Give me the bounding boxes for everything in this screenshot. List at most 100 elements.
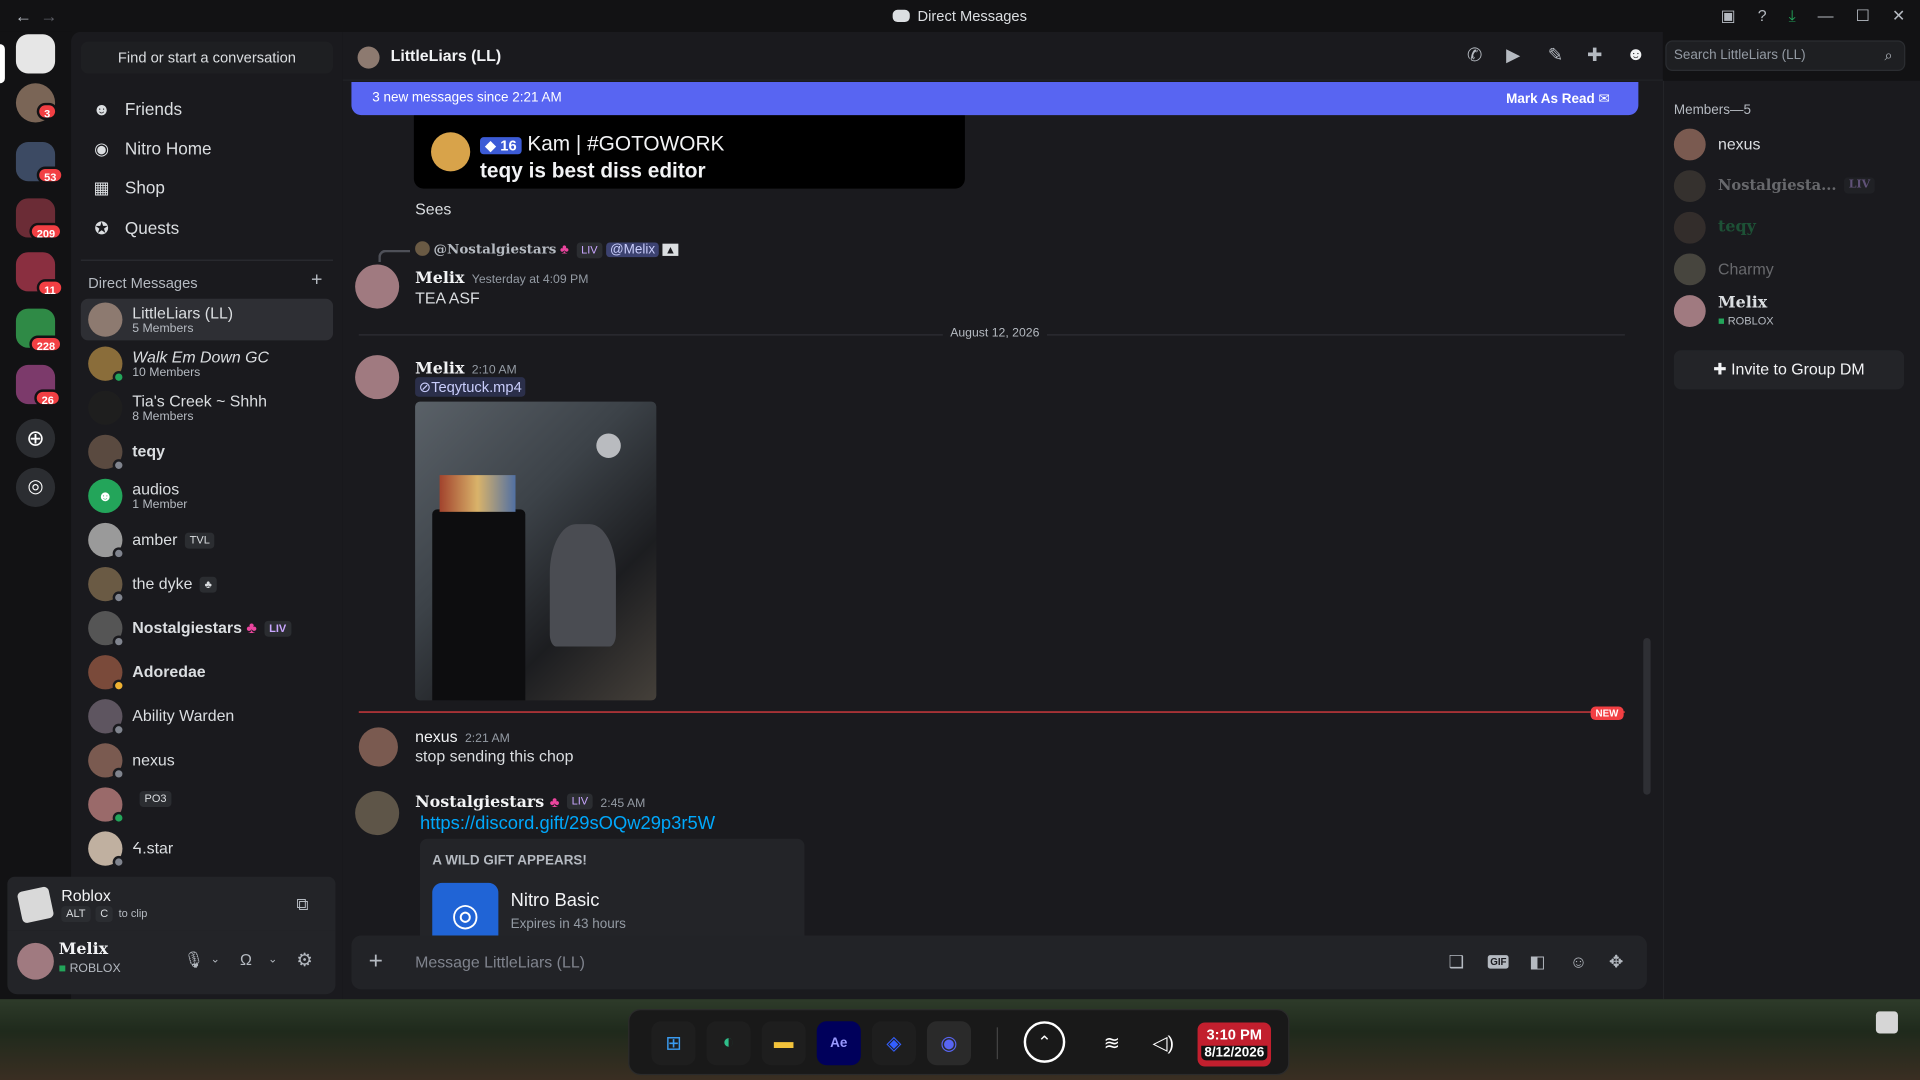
gift-link[interactable]: https://discord.gift/29sOQw29p3r5W xyxy=(420,813,715,834)
member-list: Members—5 nexus Nostalgiesta... LIV teqy … xyxy=(1662,80,1920,1000)
chevron-up-icon[interactable]: ⌃ xyxy=(1023,1021,1066,1063)
home-dm-icon[interactable] xyxy=(15,34,56,74)
add-server-icon[interactable]: ⊕ xyxy=(15,418,56,458)
member-item[interactable]: teqy xyxy=(1673,208,1912,250)
dm-item[interactable]: ᔦ.star xyxy=(81,828,333,870)
maximize-icon[interactable]: ☐ xyxy=(1856,6,1870,26)
roblox-icon[interactable]: ◈ xyxy=(871,1021,916,1066)
nav-quests[interactable]: ✪ Quests xyxy=(81,209,333,246)
screen-share-icon[interactable]: ⧉ xyxy=(296,894,308,915)
edge-browser-icon[interactable]: ◐ xyxy=(706,1021,751,1066)
dm-item[interactable]: Adoredae xyxy=(81,651,333,693)
find-conversation-button[interactable]: Find or start a conversation xyxy=(80,41,334,74)
member-item[interactable]: Charmy xyxy=(1673,250,1912,292)
mark-as-read[interactable]: Mark As Read ✉ xyxy=(1506,91,1610,107)
close-icon[interactable]: ✕ xyxy=(1892,6,1905,26)
embed-badge: ◆ 16 xyxy=(480,137,522,154)
message-input[interactable]: Message LittleLiars (LL) xyxy=(415,953,585,971)
after-effects-icon[interactable]: Ae xyxy=(816,1021,861,1066)
video-thumbnail[interactable] xyxy=(415,401,657,701)
new-messages-banner[interactable]: 3 new messages since 2:21 AM Mark As Rea… xyxy=(351,82,1639,116)
avatar[interactable] xyxy=(355,355,400,400)
dm-item[interactable]: LittleLiars (LL) 5 Members xyxy=(80,298,334,341)
clock[interactable]: 3:10 PM 8/12/2026 xyxy=(1197,1022,1272,1067)
pinned-messages-icon[interactable]: ✎ xyxy=(1548,44,1563,66)
minimize-icon[interactable]: — xyxy=(1818,6,1834,26)
chevron-down-icon[interactable]: ⌄ xyxy=(211,953,220,966)
notification-icon[interactable] xyxy=(1875,1011,1898,1034)
notification-badge: 53 xyxy=(36,166,64,184)
microphone-icon[interactable]: 🎙︎ xyxy=(184,950,204,970)
help-icon[interactable]: ? xyxy=(1758,6,1767,26)
dm-item[interactable]: Ability Warden xyxy=(81,696,333,738)
guild-tag: LIV xyxy=(566,793,594,810)
headphones-icon[interactable]: Ω xyxy=(240,950,252,968)
file-mention[interactable]: ⊘Teqytuck.mp4 xyxy=(415,377,526,397)
member-name: teqy xyxy=(1717,217,1756,237)
embed-avatar xyxy=(431,132,471,172)
dm-item[interactable]: amber TVL xyxy=(81,519,333,561)
clock-date: 8/12/2026 xyxy=(1201,1045,1268,1061)
dm-header: Direct Messages xyxy=(88,274,198,292)
invite-group-dm-button[interactable]: ✚ Invite to Group DM xyxy=(1673,350,1905,390)
nav-shop[interactable]: ▦ Shop xyxy=(81,169,333,206)
clock-time: 3:10 PM xyxy=(1206,1026,1263,1044)
reply-preview[interactable]: @Nostalgiestars ♣ LIV @Melix ▲ xyxy=(415,241,679,258)
dm-item[interactable]: Tia's Creek ~ Shhh 8 Members xyxy=(81,387,333,429)
chevron-down-icon[interactable]: ⌄ xyxy=(268,953,277,966)
message-author[interactable]: Melix xyxy=(415,360,464,378)
dm-item[interactable]: ☻ audios 1 Member xyxy=(81,475,333,517)
search-input[interactable]: Search LittleLiars (LL) ⌕ xyxy=(1665,40,1906,72)
member-item[interactable]: nexus xyxy=(1673,125,1912,167)
message-author[interactable]: nexus xyxy=(415,727,457,745)
avatar xyxy=(88,302,123,337)
member-activity: ■ ROBLOX xyxy=(1718,315,1774,327)
avatar[interactable] xyxy=(355,791,400,836)
discord-icon[interactable]: ◉ xyxy=(926,1021,972,1066)
dm-item[interactable]: Nostalgiestars ♣ LIV xyxy=(81,607,333,649)
friends-icon: ☻ xyxy=(92,99,111,119)
gif-button[interactable]: GIF xyxy=(1487,955,1509,969)
badge-num: 16 xyxy=(500,137,517,155)
nav-nitro-home[interactable]: ◉ Nitro Home xyxy=(81,130,333,167)
avatar[interactable] xyxy=(358,727,398,767)
file-explorer-icon[interactable]: ▬ xyxy=(761,1021,806,1066)
settings-gear-icon[interactable]: ⚙ xyxy=(296,949,312,971)
apps-icon[interactable]: ✥ xyxy=(1609,951,1623,972)
new-label: NEW xyxy=(1590,706,1624,721)
title-bar: ← → Direct Messages ▣ ? ⤓ — ☐ ✕ xyxy=(0,0,1920,32)
dm-item[interactable]: PO3 xyxy=(81,784,333,826)
inbox-icon[interactable]: ▣ xyxy=(1721,6,1736,26)
member-item[interactable]: Melix ■ ROBLOX xyxy=(1673,291,1912,333)
dm-item[interactable]: teqy xyxy=(81,431,333,473)
mention[interactable]: @Melix xyxy=(606,242,659,258)
dm-item[interactable]: nexus xyxy=(81,740,333,782)
download-icon[interactable]: ⤓ xyxy=(1789,6,1796,26)
nav-label: Nitro Home xyxy=(124,138,212,158)
dm-item[interactable]: the dyke ♣ xyxy=(81,563,333,605)
add-friends-icon[interactable]: ✚ xyxy=(1587,44,1602,66)
avatar[interactable] xyxy=(355,264,400,309)
message-author[interactable]: Melix xyxy=(415,269,464,287)
clover-icon: ♣ xyxy=(560,242,569,258)
message-author[interactable]: Nostalgiestars xyxy=(415,793,544,811)
dm-item[interactable]: Walk Em Down GC 10 Members xyxy=(81,343,333,385)
windows-start-icon[interactable]: ⊞ xyxy=(651,1021,696,1066)
create-dm-icon[interactable]: + xyxy=(311,269,322,291)
emoji-icon[interactable]: ☺ xyxy=(1570,951,1588,971)
volume-icon[interactable]: ◁) xyxy=(1141,1021,1185,1065)
nav-friends[interactable]: ☻ Friends xyxy=(81,91,333,128)
attach-plus-icon[interactable]: + xyxy=(369,948,383,976)
video-call-icon[interactable]: ▶ xyxy=(1506,44,1520,66)
member-list-icon[interactable]: ☻ xyxy=(1626,44,1645,65)
notification-badge: 11 xyxy=(36,279,64,297)
discover-icon[interactable]: ◎ xyxy=(15,467,56,507)
voice-call-icon[interactable]: ✆ xyxy=(1467,44,1482,66)
avatar[interactable] xyxy=(17,942,54,980)
sticker-icon[interactable]: ◧ xyxy=(1529,951,1545,972)
wifi-icon[interactable]: ≋ xyxy=(1090,1021,1134,1065)
divider xyxy=(996,1027,998,1060)
member-item[interactable]: Nostalgiesta... LIV xyxy=(1673,167,1912,209)
scrollbar-thumb[interactable] xyxy=(1643,637,1651,795)
gift-icon[interactable]: ❑ xyxy=(1449,951,1464,972)
